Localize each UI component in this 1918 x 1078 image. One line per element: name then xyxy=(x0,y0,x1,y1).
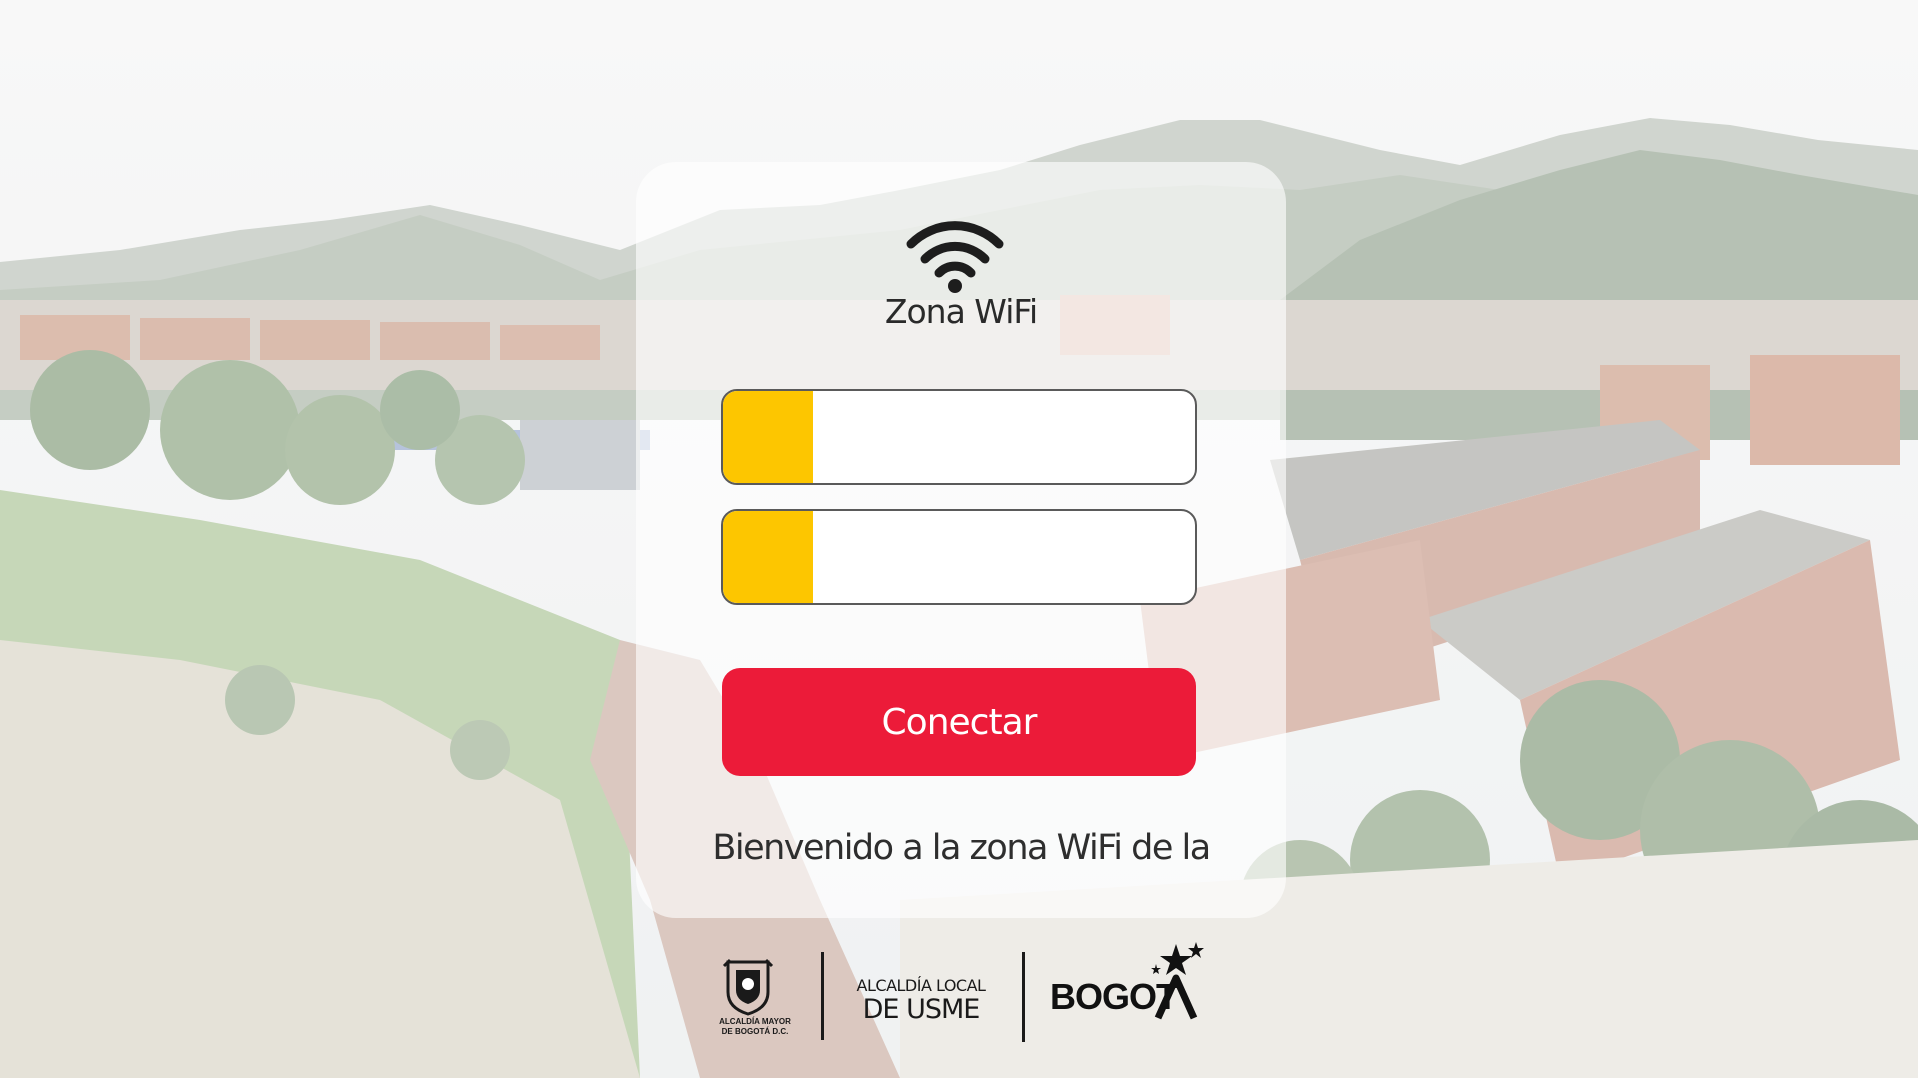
wifi-icon xyxy=(906,221,1004,293)
usme-logo: ALCALDÍA LOCAL DE USME xyxy=(846,976,996,1025)
bogota-star-a-icon xyxy=(1151,942,1204,1020)
password-field[interactable] xyxy=(721,509,1197,605)
usme-line1: ALCALDÍA LOCAL xyxy=(856,976,986,995)
crest-caption: ALCALDÍA MAYOR DE BOGOTÁ D.C. xyxy=(719,1017,791,1036)
username-input[interactable] xyxy=(813,391,1195,483)
bogota-crest-icon xyxy=(722,958,774,1016)
password-input[interactable] xyxy=(813,511,1195,603)
footer-divider xyxy=(1022,952,1025,1042)
welcome-text: Bienvenido a la zona WiFi de la xyxy=(712,828,1211,868)
page-title: Zona WiFi xyxy=(884,292,1038,331)
field-accent-bar xyxy=(723,511,813,603)
footer-divider xyxy=(821,952,824,1040)
connect-button[interactable]: Conectar xyxy=(722,668,1196,776)
username-field[interactable] xyxy=(721,389,1197,485)
usme-line2: DE USME xyxy=(862,994,981,1025)
field-accent-bar xyxy=(723,391,813,483)
